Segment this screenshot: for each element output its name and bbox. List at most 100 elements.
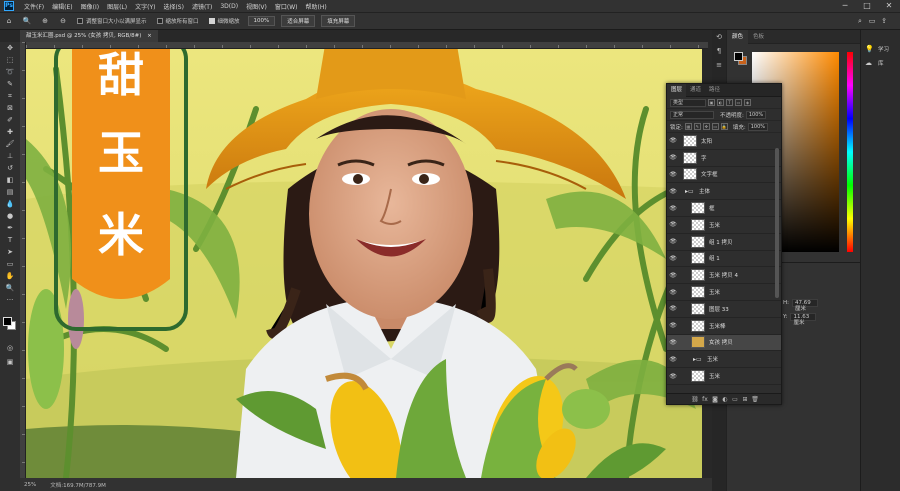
tab-paths[interactable]: 路径 — [705, 84, 724, 97]
folder-icon[interactable]: ▸▭ — [685, 188, 695, 195]
layer-row[interactable]: 👁 字 — [667, 150, 781, 167]
scrubby-zoom-checkbox[interactable]: 细微缩放 — [208, 17, 240, 25]
menu-filter[interactable]: 滤镜(T) — [188, 2, 216, 11]
menu-file[interactable]: 文件(F) — [20, 2, 48, 11]
eyedropper-tool-icon[interactable]: ✐ — [0, 114, 20, 126]
layer-row[interactable]: 👁 ▸▭ 玉米 — [667, 351, 781, 369]
frame-tool-icon[interactable]: ⊠ — [0, 102, 20, 114]
home-icon[interactable]: ⌂ — [3, 15, 15, 27]
history-brush-tool-icon[interactable]: ↺ — [0, 162, 20, 174]
zoom-readout[interactable]: 25% — [24, 482, 36, 488]
layer-row[interactable]: 👁 玉米棒 — [667, 318, 781, 335]
blur-tool-icon[interactable]: 💧 — [0, 198, 20, 210]
layer-row[interactable]: 👁 图层 33 — [667, 301, 781, 318]
delete-layer-icon[interactable]: 🗑 — [750, 396, 760, 403]
filter-kind-select[interactable]: 类型 — [670, 98, 706, 107]
zoom-tool-icon[interactable]: 🔍 — [21, 15, 33, 27]
folder-icon[interactable]: ▸▭ — [693, 356, 703, 363]
minimize-icon[interactable]: ─ — [834, 0, 856, 12]
hand-tool-icon[interactable]: ✋ — [0, 270, 20, 282]
add-mask-icon[interactable]: ◙ — [710, 396, 720, 403]
shape-tool-icon[interactable]: ▭ — [0, 258, 20, 270]
menu-3d[interactable]: 3D(D) — [216, 3, 242, 10]
lock-transparent-icon[interactable]: ▦ — [684, 123, 692, 130]
layer-row[interactable]: 👁 太阳 — [667, 133, 781, 150]
libraries-panel-button[interactable]: ☁ 库 — [861, 56, 900, 70]
menu-image[interactable]: 图像(I) — [77, 2, 103, 11]
menu-view[interactable]: 视图(V) — [242, 2, 271, 11]
layer-row[interactable]: 👁 组 1 — [667, 251, 781, 268]
lock-artboard-icon[interactable]: ▭ — [711, 123, 719, 130]
visibility-eye-icon[interactable]: 👁 — [667, 339, 679, 346]
brush-tool-icon[interactable]: 🖌 — [0, 138, 20, 150]
lock-all-icon[interactable]: 🔒 — [720, 123, 728, 130]
healing-brush-tool-icon[interactable]: ✚ — [0, 126, 20, 138]
layer-row[interactable]: 👁 玉米 — [667, 217, 781, 234]
screen-mode-icon[interactable]: ▣ — [0, 356, 20, 368]
filter-adjust-icon[interactable]: ◐ — [717, 99, 724, 106]
layer-row[interactable]: 👁 女孩 拷贝 — [667, 334, 781, 352]
share-icon[interactable]: ⇪ — [878, 17, 890, 26]
marquee-tool-icon[interactable]: ⬚ — [0, 54, 20, 66]
blend-mode-select[interactable]: 正常 — [670, 110, 714, 119]
filter-smart-icon[interactable]: ◈ — [744, 99, 751, 106]
pen-tool-icon[interactable]: ✒ — [0, 222, 20, 234]
visibility-eye-icon[interactable]: 👁 — [667, 373, 679, 380]
layer-row[interactable]: 👁 ▸▭ 主体 — [667, 183, 781, 201]
visibility-eye-icon[interactable]: 👁 — [667, 238, 679, 245]
layers-scrollbar[interactable] — [775, 148, 779, 298]
lasso-tool-icon[interactable]: ➰ — [0, 66, 20, 78]
history-icon[interactable]: ⟲ — [712, 30, 726, 44]
foreground-color-swatch[interactable] — [3, 317, 12, 326]
y-input[interactable]: 11.63 厘米 — [790, 313, 817, 326]
menu-layer[interactable]: 图层(L) — [103, 2, 131, 11]
menu-edit[interactable]: 编辑(E) — [48, 2, 76, 11]
type-tool-icon[interactable]: T — [0, 234, 20, 246]
fill-input[interactable]: 100% — [747, 122, 768, 131]
visibility-eye-icon[interactable]: 👁 — [667, 137, 679, 144]
visibility-eye-icon[interactable]: 👁 — [667, 255, 679, 262]
hue-slider[interactable] — [847, 52, 853, 252]
layer-row[interactable]: 👁 玉米 拷贝 4 — [667, 267, 781, 285]
lock-position-icon[interactable]: ✥ — [702, 123, 710, 130]
zoom-100-button[interactable]: 100% — [247, 16, 276, 26]
learn-panel-button[interactable]: 💡 学习 — [861, 42, 900, 56]
layer-row[interactable]: 👁 组 1 拷贝 — [667, 234, 781, 251]
menu-help[interactable]: 帮助(H) — [302, 2, 331, 11]
layer-row[interactable]: 👁 玉米 — [667, 284, 781, 301]
visibility-eye-icon[interactable]: 👁 — [667, 356, 679, 363]
visibility-eye-icon[interactable]: 👁 — [667, 221, 679, 228]
lock-pixels-icon[interactable]: ✎ — [693, 123, 701, 130]
visibility-eye-icon[interactable]: 👁 — [667, 289, 679, 296]
gradient-tool-icon[interactable]: ▤ — [0, 186, 20, 198]
eraser-tool-icon[interactable]: ◧ — [0, 174, 20, 186]
close-icon[interactable]: ✕ — [878, 0, 900, 12]
zoom-out-icon[interactable]: ⊖ — [57, 15, 69, 27]
zoom-in-icon[interactable]: ⊕ — [39, 15, 51, 27]
path-select-tool-icon[interactable]: ➤ — [0, 246, 20, 258]
menu-select[interactable]: 选择(S) — [159, 2, 188, 11]
menu-type[interactable]: 文字(Y) — [131, 2, 159, 11]
more-tools-icon[interactable]: ··· — [0, 294, 20, 306]
zoom-tool-icon[interactable]: 🔍 — [0, 282, 20, 294]
dodge-tool-icon[interactable]: ● — [0, 210, 20, 222]
visibility-eye-icon[interactable]: 👁 — [667, 154, 679, 161]
tab-swatches[interactable]: 色板 — [748, 30, 769, 44]
tab-color[interactable]: 颜色 — [727, 29, 749, 44]
layer-row[interactable]: 👁 玉米 — [667, 368, 781, 385]
quick-select-tool-icon[interactable]: ✎ — [0, 78, 20, 90]
document-tab[interactable]: 甜玉米汇圈.psd @ 25% (女孩 拷贝, RGB/8#) × — [20, 30, 158, 42]
foreground-color-swatch[interactable] — [734, 52, 743, 61]
properties-icon[interactable]: ≡ — [712, 58, 726, 72]
quick-mask-icon[interactable]: ◎ — [0, 342, 20, 354]
height-input[interactable]: 47.69 厘米 — [792, 299, 818, 312]
move-tool-icon[interactable]: ✥ — [0, 42, 20, 54]
visibility-eye-icon[interactable]: 👁 — [667, 272, 679, 279]
layer-row[interactable]: 👁 框 — [667, 200, 781, 217]
visibility-eye-icon[interactable]: 👁 — [667, 171, 679, 178]
filter-pixel-icon[interactable]: ▣ — [708, 99, 715, 106]
opacity-input[interactable]: 100% — [745, 110, 766, 119]
resize-windows-checkbox[interactable]: 调整窗口大小以满屏显示 — [77, 17, 147, 25]
layer-row[interactable]: 👁 文字框 — [667, 167, 781, 184]
tab-close-icon[interactable]: × — [147, 33, 152, 39]
